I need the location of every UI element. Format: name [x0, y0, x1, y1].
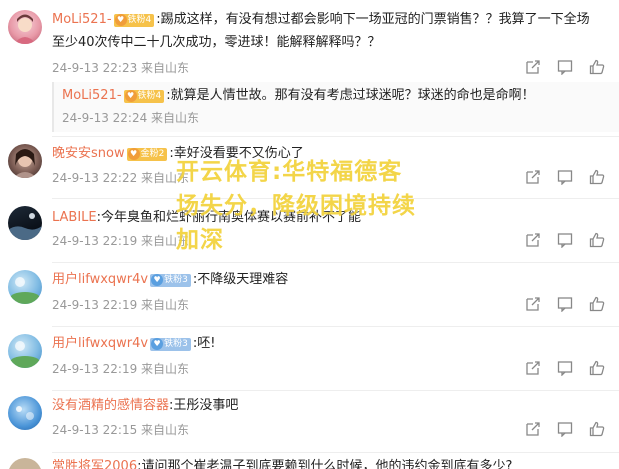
username-link[interactable]: MoLi521-	[62, 88, 122, 103]
comment-meta: 24-9-13 22:19 来自山东	[52, 362, 190, 376]
avatar[interactable]	[8, 270, 42, 304]
comment-text-line: MoLi521- ♥ 铁粉4:踢成这样，有没有想过都会影响下一场亚冠的门票销售？？我…	[52, 10, 590, 30]
comment-item: MoLi521- ♥ 铁粉4:踢成这样，有没有想过都会影响下一场亚冠的门票销售？？我…	[0, 0, 619, 80]
avatar[interactable]	[8, 458, 42, 469]
comment-actions	[519, 169, 609, 186]
fan-badge[interactable]: ♥ 金粉2	[126, 148, 168, 161]
watermark-line: 场失分，降级困境持续	[176, 193, 416, 219]
fan-badge-icon: ♥	[124, 90, 137, 102]
like-icon[interactable]	[589, 169, 605, 185]
reply-text-line: MoLi521- ♥ 铁粉4:就算是人情世故。那有没有考虑过球迷呢？球迷的命也是命啊…	[62, 86, 535, 106]
username-link[interactable]: 用户lifwxqwr4v	[52, 336, 148, 351]
comment-icon[interactable]	[557, 421, 573, 438]
comment-text-line: 至少40次传中二十几次成功，零进球！能解释解释吗？？	[52, 33, 381, 53]
avatar[interactable]	[8, 10, 42, 44]
username-link[interactable]: 晚安安snow	[52, 146, 125, 161]
username-link[interactable]: 没有酒精的感情容器	[52, 398, 169, 413]
comment-actions	[519, 59, 609, 76]
comment-text: :呸!	[192, 336, 216, 351]
watermark-line: 加深	[176, 227, 224, 253]
comment-actions	[519, 421, 609, 438]
comment-meta: 24-9-13 22:15 来自山东	[52, 423, 190, 437]
comment-text: 至少40次传中二十几次成功，零进球！能解释解释吗？？	[52, 35, 381, 50]
username-link[interactable]: MoLi521-	[52, 12, 112, 27]
comment-item: 没有酒精的感情容器:王彤没事吧 24-9-13 22:15 来自山东	[0, 390, 619, 450]
comment-icon[interactable]	[557, 232, 573, 249]
comment-text-line: 用户lifwxqwr4v ♥ 铁粉3:不降级天理难容	[52, 270, 288, 290]
username-link[interactable]: LABILE	[52, 210, 97, 225]
like-icon[interactable]	[589, 59, 605, 75]
share-icon[interactable]	[525, 169, 541, 185]
username-link[interactable]: 用户lifwxqwr4v	[52, 272, 148, 287]
fan-badge[interactable]: ♥ 铁粉4	[123, 90, 165, 103]
comment-icon[interactable]	[557, 169, 573, 186]
comment-meta: 24-9-13 22:23 来自山东	[52, 61, 190, 75]
fan-badge[interactable]: ♥ 铁粉3	[150, 338, 191, 351]
like-icon[interactable]	[589, 296, 605, 312]
share-icon[interactable]	[525, 421, 541, 437]
fan-badge-icon: ♥	[127, 148, 140, 160]
divider	[52, 326, 619, 327]
like-icon[interactable]	[589, 360, 605, 376]
fan-badge-label: 铁粉4	[127, 15, 152, 25]
avatar[interactable]	[8, 206, 42, 240]
comment-icon[interactable]	[557, 59, 573, 76]
comment-meta: 24-9-13 22:22 来自山东	[52, 171, 190, 185]
comment-actions	[519, 296, 609, 313]
fan-badge-label: 金粉2	[140, 149, 165, 159]
divider	[52, 390, 619, 391]
comment-actions	[519, 232, 609, 249]
watermark-overlay: 开云体育:华特福德客 场失分，降级困境持续 加深	[176, 155, 476, 257]
comment-text-line: 常胜将军2006:请问那个崔老温子到底要赖到什么时候，他的违约金到底有多少?	[52, 457, 512, 469]
reply-item: MoLi521- ♥ 铁粉4:就算是人情世故。那有没有考虑过球迷呢？球迷的命也是命啊…	[52, 82, 619, 132]
fan-badge-icon: ♥	[114, 14, 127, 26]
comment-item: 用户lifwxqwr4v ♥ 铁粉3:不降级天理难容 24-9-13 22:19 来…	[0, 262, 619, 326]
like-icon[interactable]	[589, 421, 605, 437]
like-icon[interactable]	[589, 232, 605, 248]
avatar[interactable]	[8, 396, 42, 430]
divider	[52, 136, 619, 137]
comment-actions	[519, 360, 609, 377]
fan-badge-label: 铁粉3	[164, 339, 188, 349]
comment-text-line: 没有酒精的感情容器:王彤没事吧	[52, 396, 238, 416]
comment-text: :踢成这样，有没有想过都会影响下一场亚冠的门票销售？？我算了一下全场	[156, 12, 590, 27]
comment-meta: 24-9-13 22:19 来自山东	[52, 298, 190, 312]
fan-badge[interactable]: ♥ 铁粉4	[113, 14, 155, 27]
reply-meta: 24-9-13 22:24 来自山东	[62, 111, 200, 125]
fan-badge-label: 铁粉4	[137, 91, 162, 101]
comment-item: 常胜将军2006:请问那个崔老温子到底要赖到什么时候，他的违约金到底有多少?	[0, 452, 619, 469]
share-icon[interactable]	[525, 59, 541, 75]
comment-icon[interactable]	[557, 296, 573, 313]
fan-badge-icon: ♥	[151, 274, 164, 286]
comment-icon[interactable]	[557, 360, 573, 377]
comment-text: :不降级天理难容	[192, 272, 289, 287]
comment-meta: 24-9-13 22:19 来自山东	[52, 234, 190, 248]
comment-text: :王彤没事吧	[169, 398, 239, 413]
fan-badge-icon: ♥	[151, 338, 164, 350]
divider	[52, 262, 619, 263]
fan-badge[interactable]: ♥ 铁粉3	[150, 274, 191, 287]
comment-text: :请问那个崔老温子到底要赖到什么时候，他的违约金到底有多少?	[137, 459, 513, 469]
share-icon[interactable]	[525, 360, 541, 376]
reply-text: :就算是人情世故。那有没有考虑过球迷呢？球迷的命也是命啊！	[166, 88, 535, 103]
share-icon[interactable]	[525, 232, 541, 248]
divider	[52, 452, 619, 453]
watermark-line: 开云体育:华特福德客	[176, 159, 403, 185]
username-link[interactable]: 常胜将军2006	[52, 459, 137, 469]
avatar[interactable]	[8, 334, 42, 368]
comment-text-line: 用户lifwxqwr4v ♥ 铁粉3:呸!	[52, 334, 215, 354]
avatar[interactable]	[8, 144, 42, 178]
comment-item: 用户lifwxqwr4v ♥ 铁粉3:呸! 24-9-13 22:19 来自山东	[0, 326, 619, 390]
fan-badge-label: 铁粉3	[164, 275, 188, 285]
share-icon[interactable]	[525, 296, 541, 312]
